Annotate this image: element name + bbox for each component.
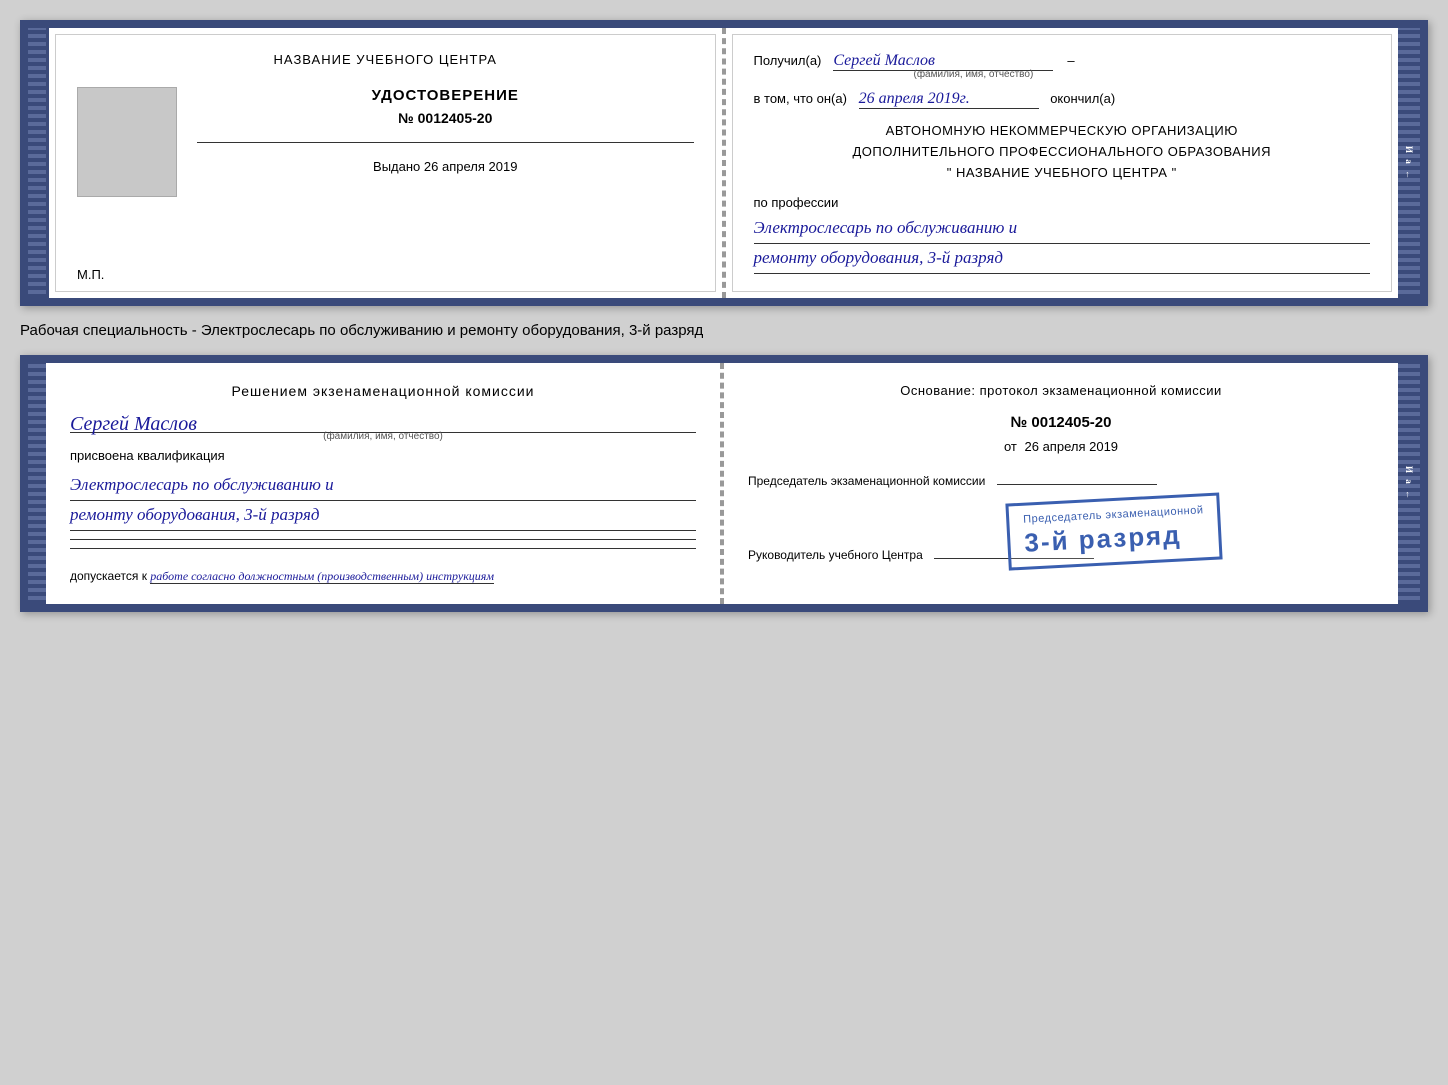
top-certificate: НАЗВАНИЕ УЧЕБНОГО ЦЕНТРА УДОСТОВЕРЕНИЕ №… [20, 20, 1428, 306]
org-line2: ДОПОЛНИТЕЛЬНОГО ПРОФЕССИОНАЛЬНОГО ОБРАЗО… [852, 144, 1271, 159]
in-that-label: в том, что он(а) [754, 91, 847, 106]
date-prefix: от [1004, 439, 1017, 454]
profession-handwritten2: ремонту оборудования, 3-й разряд [754, 244, 1371, 274]
mp-label: М.П. [77, 267, 104, 282]
number-label: № [1011, 414, 1028, 431]
issued-label: Выдано [373, 159, 420, 174]
date-handwritten: 26 апреля 2019г. [859, 90, 1039, 109]
admitted-label: допускается к [70, 569, 147, 583]
admitted-handwritten: работе согласно должностным (производств… [150, 569, 494, 584]
qual-handwritten1: Электрослесарь по обслуживанию и [70, 471, 696, 501]
basis-date: от 26 апреля 2019 [748, 439, 1374, 454]
stamp-overlay: Председатель экзаменационной 3-й разряд [1005, 492, 1223, 570]
received-label: Получил(а) [754, 53, 822, 68]
bottom-cert-right-page: Основание: протокол экзаменационной коми… [722, 363, 1398, 604]
cert-number: № 0012405-20 [197, 110, 694, 126]
dash: – [1067, 53, 1074, 68]
stamp-text: 3-й разряд [1024, 520, 1182, 558]
basis-date-value: 26 апреля 2019 [1025, 439, 1119, 454]
top-cert-heading: НАЗВАНИЕ УЧЕБНОГО ЦЕНТРА [274, 52, 497, 67]
admitted-row: допускается к работе согласно должностны… [70, 569, 696, 584]
bottom-fio-handwritten: Сергей Маслов [70, 413, 197, 435]
bottom-left-spine [28, 363, 46, 604]
chairman-text: Председатель экзаменационной комиссии [748, 474, 985, 488]
top-cert-left-page: НАЗВАНИЕ УЧЕБНОГО ЦЕНТРА УДОСТОВЕРЕНИЕ №… [46, 28, 724, 298]
number-value: 0012405-20 [1031, 414, 1111, 431]
chairman-sig-line [997, 484, 1157, 485]
top-cert-right-page: Получил(а) Сергей Маслов – (фамилия, имя… [724, 28, 1399, 298]
photo-row: УДОСТОВЕРЕНИЕ № 0012405-20 Выдано 26 апр… [77, 87, 694, 197]
finished-label: окончил(а) [1050, 91, 1115, 106]
received-row: Получил(а) Сергей Маслов – (фамилия, имя… [754, 52, 1371, 80]
cert-details: УДОСТОВЕРЕНИЕ № 0012405-20 Выдано 26 апр… [197, 87, 694, 174]
director-text: Руководитель учебного Центра [748, 548, 923, 562]
basis-label: Основание: протокол экзаменационной коми… [748, 383, 1374, 398]
bottom-certificate: Решением экзенаменационной комиссии Серг… [20, 355, 1428, 612]
photo-placeholder [77, 87, 177, 197]
basis-number: № 0012405-20 [748, 414, 1374, 431]
org-line1: АВТОНОМНУЮ НЕКОММЕРЧЕСКУЮ ОРГАНИЗАЦИЮ [886, 123, 1238, 138]
org-name: " НАЗВАНИЕ УЧЕБНОГО ЦЕНТРА " [947, 165, 1177, 180]
between-label: Рабочая специальность - Электрослесарь п… [20, 318, 1428, 343]
right-edge-text: И а ← [1404, 146, 1414, 181]
right-spine: И а ← [1398, 28, 1420, 298]
bottom-cert-left-page: Решением экзенаменационной комиссии Серг… [46, 363, 722, 604]
cert-issued: Выдано 26 апреля 2019 [197, 159, 694, 174]
bottom-right-spine: И а ← [1398, 363, 1420, 604]
bottom-fio-row: Сергей Маслов (фамилия, имя, отчество) [70, 413, 696, 442]
cert-title: УДОСТОВЕРЕНИЕ [197, 87, 694, 104]
profession-section: по профессии Электрослесарь по обслужива… [754, 195, 1371, 274]
profession-label: по профессии [754, 195, 1371, 210]
issued-date: 26 апреля 2019 [424, 159, 518, 174]
qual-handwritten2: ремонту оборудования, 3-й разряд [70, 501, 696, 531]
bottom-right-edge-text: И а ← [1404, 466, 1414, 501]
decision-label: Решением экзенаменационной комиссии [70, 383, 696, 399]
profession-handwritten1: Электрослесарь по обслуживанию и [754, 214, 1371, 244]
org-lines: АВТОНОМНУЮ НЕКОММЕРЧЕСКУЮ ОРГАНИЗАЦИЮ ДО… [754, 121, 1371, 183]
left-spine [28, 28, 46, 298]
chairman-label: Председатель экзаменационной комиссии [748, 474, 1374, 488]
document-container: НАЗВАНИЕ УЧЕБНОГО ЦЕНТРА УДОСТОВЕРЕНИЕ №… [20, 20, 1428, 612]
assigned-label: присвоена квалификация [70, 448, 696, 463]
in-that-row: в том, что он(а) 26 апреля 2019г. окончи… [754, 90, 1371, 109]
